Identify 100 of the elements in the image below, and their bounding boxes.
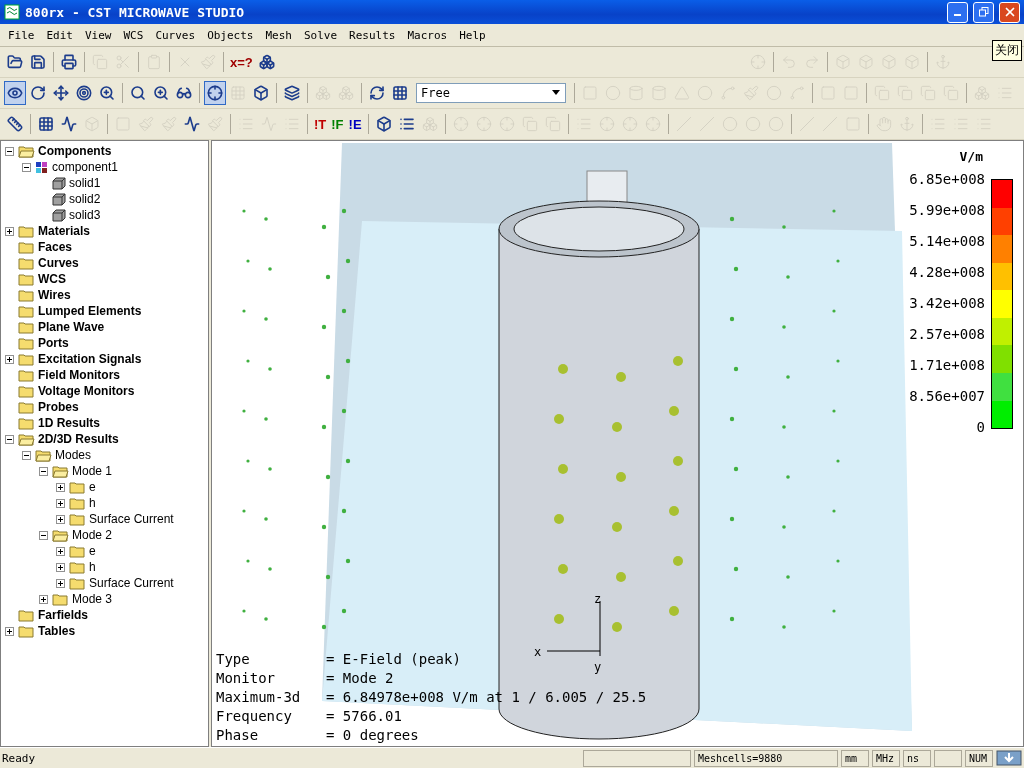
collapse-toggle[interactable]: [5, 434, 14, 444]
collapse-toggle[interactable]: [22, 162, 31, 172]
tree-item[interactable]: Lumped Elements: [38, 304, 142, 318]
legend-tick-label: 8.56e+007: [909, 388, 985, 404]
expand-toggle[interactable]: [5, 226, 14, 236]
tree-item[interactable]: Ports: [38, 336, 69, 350]
menu-item[interactable]: Objects: [201, 28, 260, 42]
collapse-toggle[interactable]: [39, 466, 48, 476]
tree-item[interactable]: 2D/3D Results: [38, 432, 119, 446]
grid-icon: [38, 116, 54, 132]
copy-icon: [544, 116, 561, 132]
folder-icon: [18, 320, 35, 334]
info-value: = E-Field (peak): [326, 650, 461, 668]
tree-item[interactable]: Surface Current: [89, 512, 174, 526]
grid-icon: [392, 85, 408, 101]
menu-item[interactable]: File: [2, 28, 41, 42]
tree-item[interactable]: Mode 3: [72, 592, 113, 606]
tree-item[interactable]: solid3: [69, 208, 101, 222]
expand-toggle[interactable]: [56, 482, 65, 492]
tree-item[interactable]: Components: [38, 144, 112, 158]
tree-item[interactable]: e: [89, 480, 96, 494]
tree-item[interactable]: Mode 2: [72, 528, 113, 542]
toolbar-button[interactable]: !T: [312, 112, 329, 136]
expand-toggle[interactable]: [56, 562, 65, 572]
status-message: Ready: [2, 751, 37, 765]
info-label: Frequency: [216, 707, 292, 725]
eye-button[interactable]: [4, 81, 26, 105]
collapse-toggle[interactable]: [5, 146, 14, 156]
expand-toggle[interactable]: [5, 626, 14, 636]
menu-item[interactable]: View: [79, 28, 118, 42]
toolbar-button[interactable]: !E: [346, 112, 364, 136]
minimize-button[interactable]: [947, 1, 968, 23]
toolbar-button[interactable]: x=?: [228, 50, 255, 74]
num-lock-indicator: NUM: [965, 749, 993, 767]
menu-item[interactable]: Help: [453, 28, 492, 42]
tree-item[interactable]: solid2: [69, 192, 101, 206]
unit-indicator: mm: [841, 749, 869, 767]
tree-item[interactable]: solid1: [69, 176, 101, 190]
info-value: = 5766.01: [326, 707, 402, 725]
tree-item[interactable]: e: [89, 544, 96, 558]
tree-item[interactable]: Wires: [38, 288, 71, 302]
crosshair-icon: [475, 116, 492, 132]
menu-item[interactable]: Edit: [40, 28, 79, 42]
menu-item[interactable]: Solve: [298, 28, 344, 42]
expand-toggle[interactable]: [5, 354, 14, 364]
menu-item[interactable]: Curves: [149, 28, 202, 42]
info-value: = 6.84978e+008 V/m at 1 / 6.005 / 25.5: [326, 688, 647, 706]
legend-tick-label: 3.42e+008: [909, 295, 985, 311]
crosshair-icon: [598, 116, 615, 132]
open-folder-icon: [52, 528, 69, 542]
tree-item[interactable]: 1D Results: [38, 416, 101, 430]
cube-icon: [375, 116, 392, 132]
cubes-icon: [258, 54, 275, 70]
expand-toggle[interactable]: [56, 578, 65, 588]
zoom-in-icon: [153, 85, 169, 101]
folder-icon: [7, 54, 23, 70]
tree-item[interactable]: Probes: [38, 400, 79, 414]
tree-item[interactable]: WCS: [38, 272, 66, 286]
crosshair-button[interactable]: [204, 81, 226, 105]
unit-indicator: ns: [903, 749, 931, 767]
menu-item[interactable]: Results: [343, 28, 402, 42]
tree-item[interactable]: Farfields: [38, 608, 88, 622]
tree-item[interactable]: Surface Current: [89, 576, 174, 590]
expand-toggle[interactable]: [39, 594, 48, 604]
tree-item[interactable]: Field Monitors: [38, 368, 120, 382]
folder-icon: [18, 224, 35, 238]
restore-button[interactable]: [973, 1, 994, 23]
menu-item[interactable]: WCS: [117, 28, 150, 42]
tree-item[interactable]: Excitation Signals: [38, 352, 142, 366]
tree-item[interactable]: Mode 1: [72, 464, 113, 478]
tree-item[interactable]: Modes: [55, 448, 92, 462]
tree-item[interactable]: Plane Wave: [38, 320, 105, 334]
list-icon: [398, 116, 415, 132]
close-button[interactable]: [999, 1, 1020, 23]
copy-icon: [943, 85, 959, 101]
crosshair-icon: [621, 116, 638, 132]
tree-item[interactable]: component1: [52, 160, 119, 174]
expand-toggle[interactable]: [56, 498, 65, 508]
collapse-toggle[interactable]: [22, 450, 31, 460]
collapse-toggle[interactable]: [39, 530, 48, 540]
toolbar-button[interactable]: !F: [329, 112, 346, 136]
view-mode-dropdown[interactable]: Free: [416, 83, 566, 103]
tree-item[interactable]: Curves: [38, 256, 79, 270]
tree-item[interactable]: h: [89, 560, 96, 574]
expand-toggle[interactable]: [56, 546, 65, 556]
unit-indicator: MHz: [872, 749, 900, 767]
menu-item[interactable]: Macros: [401, 28, 454, 42]
target-icon: [76, 85, 92, 101]
legend-tick-label: 6.85e+008: [909, 171, 985, 187]
tree-item[interactable]: h: [89, 496, 96, 510]
tree-item[interactable]: Voltage Monitors: [38, 384, 135, 398]
tree-item[interactable]: Tables: [38, 624, 76, 638]
cubes-icon: [421, 116, 438, 132]
tree-item[interactable]: Materials: [38, 224, 91, 238]
tree-item[interactable]: Faces: [38, 240, 73, 254]
cylinder-icon: [628, 85, 644, 101]
expand-toggle[interactable]: [56, 514, 65, 524]
cylinder-icon: [651, 85, 667, 101]
search-icon: [130, 85, 146, 101]
menu-item[interactable]: Mesh: [259, 28, 298, 42]
